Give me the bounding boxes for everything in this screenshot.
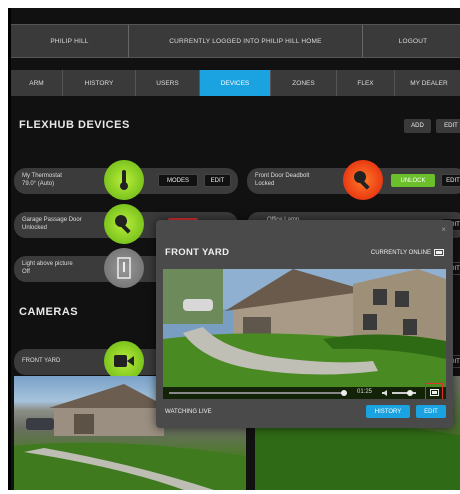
light-name: Light above picture	[22, 261, 73, 267]
logout-button[interactable]: LOGOUT	[363, 25, 460, 57]
tab-devices[interactable]: DEVICES	[200, 70, 271, 96]
thermostat-state: 79.0° (Auto)	[22, 180, 55, 187]
progress-handle[interactable]	[341, 390, 347, 396]
front-yard-camera-label: FRONT YARD	[22, 358, 61, 364]
live-video-player[interactable]: 01:25	[163, 269, 446, 399]
garage-name: Garage Passage Door	[22, 217, 82, 223]
history-button[interactable]: HISTORY	[366, 405, 410, 418]
video-camera-icon	[114, 355, 134, 367]
tab-flex[interactable]: FLEX	[337, 70, 395, 96]
thermometer-icon	[120, 170, 128, 190]
monitor-icon	[434, 249, 444, 256]
online-status: CURRENTLY ONLINE	[371, 249, 444, 256]
garage-state: Unlocked	[22, 224, 48, 231]
thermostat-name: My Thermostat	[22, 173, 62, 179]
playback-time: 01:25	[357, 389, 373, 395]
garage-icon-circle[interactable]	[104, 204, 144, 244]
devices-title: FLEXHUB DEVICES	[19, 119, 130, 131]
key-icon	[115, 215, 131, 234]
watching-live-label: WATCHING LIVE	[165, 409, 212, 415]
app-frame: PHILIP HILL CURRENTLY LOGGED INTO PHILIP…	[8, 8, 460, 490]
modal-title: FRONT YARD	[165, 247, 230, 258]
main-nav: ARM HISTORY USERS DEVICES ZONES FLEX MY …	[11, 70, 460, 96]
front-door-name: Front Door Deadbolt	[255, 173, 310, 179]
login-status: CURRENTLY LOGGED INTO PHILIP HILL HOME	[129, 25, 363, 57]
camera-icon-circle[interactable]	[104, 341, 144, 381]
video-controls: 01:25	[163, 383, 446, 399]
user-name[interactable]: PHILIP HILL	[11, 25, 129, 57]
light-switch-icon	[117, 257, 131, 279]
tab-arm[interactable]: ARM	[11, 70, 63, 96]
progress-track[interactable]	[169, 392, 345, 394]
camera-modal: × FRONT YARD CURRENTLY ONLINE 01:25 WATC…	[156, 220, 453, 428]
modal-edit-button[interactable]: EDIT	[416, 405, 446, 418]
thermostat-icon-circle[interactable]	[104, 160, 144, 200]
volume-icon[interactable]	[382, 390, 389, 396]
cameras-title: CAMERAS	[19, 306, 79, 318]
modes-button[interactable]: MODES	[158, 174, 198, 187]
add-device-button[interactable]: ADD	[404, 119, 431, 133]
tab-history[interactable]: HISTORY	[63, 70, 136, 96]
fullscreen-icon[interactable]	[430, 389, 439, 396]
front-door-edit-button[interactable]: EDIT	[441, 174, 460, 187]
light-state: Off	[22, 268, 30, 275]
video-frame-image	[163, 269, 446, 399]
tab-zones[interactable]: ZONES	[271, 70, 337, 96]
volume-handle[interactable]	[407, 390, 413, 396]
top-bar: PHILIP HILL CURRENTLY LOGGED INTO PHILIP…	[11, 24, 460, 58]
light-icon-circle[interactable]	[104, 248, 144, 288]
close-icon[interactable]: ×	[441, 225, 446, 234]
tab-users[interactable]: USERS	[136, 70, 200, 96]
edit-devices-button[interactable]: EDIT	[436, 119, 460, 133]
unlock-button[interactable]: UNLOCK	[391, 174, 435, 187]
front-door-icon-circle[interactable]	[343, 160, 383, 200]
tab-my-dealer[interactable]: MY DEALER	[395, 70, 460, 96]
front-door-state: Locked	[255, 180, 275, 187]
key-icon	[354, 171, 370, 190]
online-label: CURRENTLY ONLINE	[370, 249, 431, 256]
thermostat-edit-button[interactable]: EDIT	[204, 174, 231, 187]
